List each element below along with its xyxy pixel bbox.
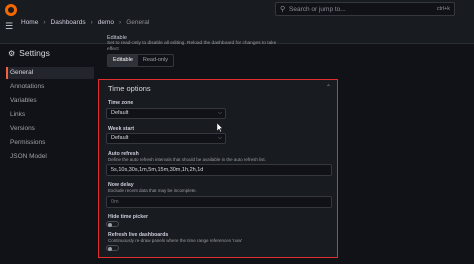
week-start-value: Default (111, 135, 129, 141)
sidebar-item-links[interactable]: Links (6, 109, 94, 121)
week-start-label: Week start (108, 126, 135, 132)
editable-option[interactable]: Editable (108, 55, 138, 66)
auto-refresh-input[interactable]: 5s,10s,30s,1m,5m,15m,30m,1h,2h,1d (106, 164, 332, 176)
hide-time-picker-toggle[interactable] (106, 221, 119, 227)
search-shortcut: ctrl+k (436, 6, 450, 12)
sidebar-item-general[interactable]: General (6, 67, 94, 79)
breadcrumb-separator: › (90, 19, 93, 26)
settings-icon: ⚙ (8, 48, 16, 58)
breadcrumb-dashboards[interactable]: Dashboards (51, 19, 86, 26)
sidebar-item-permissions[interactable]: Permissions (6, 137, 94, 149)
week-start-select[interactable]: Default ⌵ (106, 133, 226, 144)
breadcrumb-demo[interactable]: demo (98, 19, 114, 26)
refresh-live-description: Continuously re-draw panels where the ti… (108, 238, 243, 243)
breadcrumb-general: General (126, 19, 150, 26)
hide-time-picker-label: Hide time picker (108, 214, 149, 220)
now-delay-description: Exclude recent data that may be incomple… (108, 188, 197, 193)
time-zone-select[interactable]: Default ⌵ (106, 108, 226, 119)
editable-description: Set to read-only to disable all editing.… (107, 41, 277, 46)
read-only-option[interactable]: Read-only (138, 55, 173, 66)
grafana-logo-icon[interactable] (5, 4, 17, 16)
time-zone-label: Time zone (108, 100, 134, 106)
auto-refresh-description: Define the auto refresh intervals that s… (108, 157, 266, 162)
chevron-down-icon: ⌵ (218, 110, 222, 116)
sidebar-item-annotations[interactable]: Annotations (6, 81, 94, 93)
time-options-panel: Time options ⌃ Time zone Default ⌵ Week … (98, 79, 338, 258)
sidebar-item-versions[interactable]: Versions (6, 123, 94, 135)
mouse-cursor-icon (217, 123, 223, 132)
refresh-live-toggle[interactable] (106, 245, 119, 251)
chevron-down-icon: ⌵ (218, 135, 222, 141)
now-delay-input[interactable]: 0m (106, 196, 332, 208)
editable-radio-group: Editable Read-only (107, 54, 174, 67)
editable-description-cont: effect (107, 47, 119, 52)
settings-title: ⚙ Settings (8, 48, 50, 58)
breadcrumb-separator: › (119, 19, 122, 26)
settings-sidebar: ⚙ Settings General Annotations Variables… (0, 44, 96, 264)
settings-title-text: Settings (19, 48, 50, 58)
search-placeholder: Search or jump to... (289, 6, 346, 13)
breadcrumb-separator: › (43, 19, 46, 26)
breadcrumb: Home › Dashboards › demo › General (21, 19, 149, 26)
breadcrumb-home[interactable]: Home (21, 19, 38, 26)
collapse-chevron-icon[interactable]: ⌃ (326, 84, 331, 91)
sidebar-item-variables[interactable]: Variables (6, 95, 94, 107)
hamburger-menu-icon[interactable]: ☰ (5, 21, 13, 32)
top-bar: ⚲ Search or jump to... ctrl+k ☰ Home › D… (0, 0, 474, 44)
time-options-title: Time options (108, 84, 151, 93)
search-icon: ⚲ (280, 6, 286, 13)
search-box[interactable]: ⚲ Search or jump to... ctrl+k (275, 2, 455, 16)
sidebar-item-json-model[interactable]: JSON Model (6, 151, 94, 163)
time-zone-value: Default (111, 110, 129, 116)
